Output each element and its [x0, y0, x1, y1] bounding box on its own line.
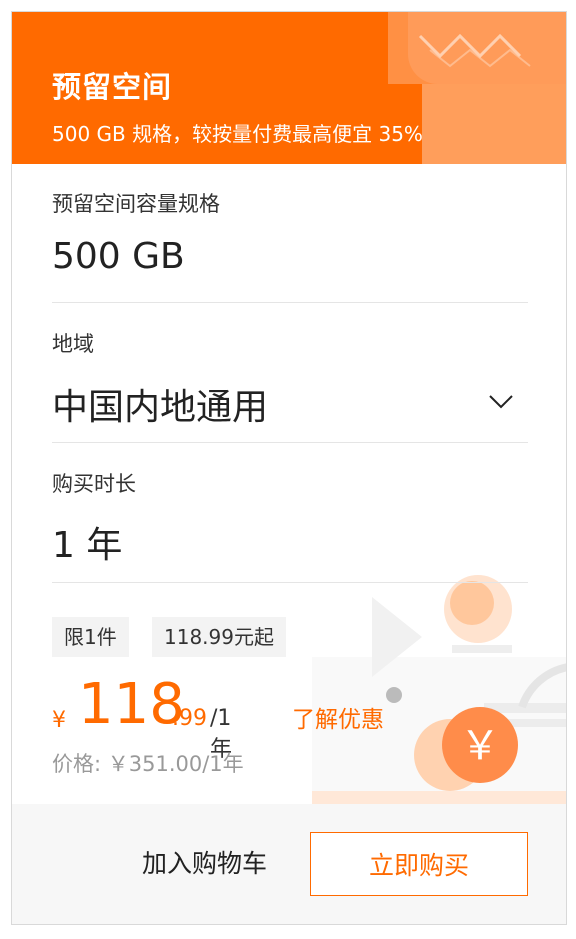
- capacity-value: 500 GB: [52, 236, 185, 277]
- currency-symbol: ¥: [52, 708, 66, 733]
- buy-now-button[interactable]: 立即购买: [310, 832, 528, 896]
- duration-label: 购买时长: [52, 472, 136, 496]
- divider: [52, 582, 528, 583]
- svg-text:￥: ￥: [460, 723, 500, 769]
- region-select-value[interactable]: 中国内地通用: [52, 378, 268, 430]
- action-footer: 加入购物车 立即购买: [12, 804, 566, 924]
- divider: [52, 302, 528, 303]
- price-integer: 118: [78, 672, 185, 737]
- price-decimal: .99: [172, 706, 207, 731]
- capacity-field: 预留空间容量规格 500 GB: [52, 188, 528, 303]
- region-field[interactable]: 地域 中国内地通用: [52, 328, 528, 443]
- add-to-cart-button[interactable]: 加入购物车: [142, 844, 267, 880]
- limit-tag: 限1件: [52, 617, 129, 657]
- banner-decoration: [422, 84, 566, 164]
- from-price-tag: 118.99元起: [152, 617, 286, 657]
- promo-banner: 预留空间 500 GB 规格，较按量付费最高便宜 35%: [12, 12, 566, 164]
- capacity-label: 预留空间容量规格: [52, 192, 220, 216]
- learn-discount-link[interactable]: 了解优惠: [292, 700, 384, 734]
- duration-field[interactable]: 购买时长 1 年: [52, 468, 528, 583]
- coin-illustration-icon: ￥: [312, 575, 566, 807]
- reserved-space-card: 预留空间 500 GB 规格，较按量付费最高便宜 35% ￥ 预留空间容量规格 …: [11, 11, 567, 925]
- zigzag-icon: [418, 33, 531, 68]
- chevron-down-icon[interactable]: [488, 394, 514, 410]
- banner-subtitle: 500 GB 规格，较按量付费最高便宜 35%: [52, 122, 423, 146]
- duration-value[interactable]: 1 年: [52, 516, 122, 568]
- region-label: 地域: [52, 332, 94, 356]
- banner-title: 预留空间: [52, 70, 173, 104]
- divider: [52, 442, 528, 443]
- original-price: 价格: ￥351.00/1年: [52, 752, 244, 776]
